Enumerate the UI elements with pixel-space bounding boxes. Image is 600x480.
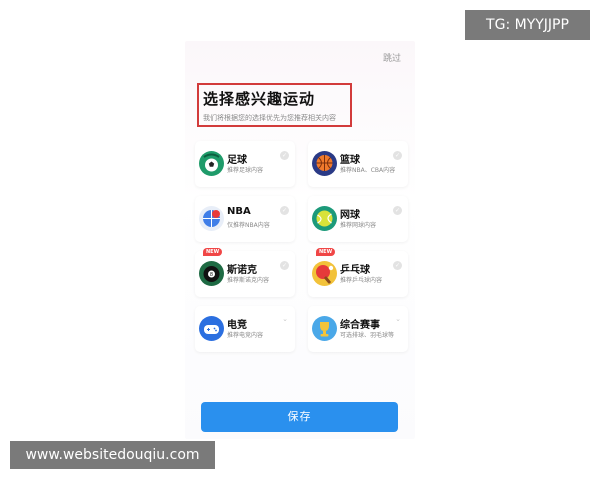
sport-card-tennis[interactable]: 网球 推荐网球内容 ✓ [308,196,408,242]
table-tennis-icon [312,261,337,286]
sport-card-soccer[interactable]: 足球 推荐足球内容 ✓ [195,141,295,187]
sport-card-snooker[interactable]: 8 NEW 斯诺克 推荐斯诺克内容 ✓ [195,248,295,297]
sport-name: 乒乓球 [340,265,370,276]
check-icon: ✓ [280,151,289,160]
sport-card-multi-events[interactable]: 综合赛事 可选排球、羽毛球等 ⌄ [308,306,408,352]
watermark-top: TG: MYYJJPP [465,10,590,40]
trophy-icon [312,316,337,341]
page-title: 选择感兴趣运动 [203,90,316,108]
chevron-down-icon[interactable]: ⌄ [395,315,401,323]
sport-desc: 推荐乒乓球内容 [340,277,383,284]
basketball-icon [312,151,337,176]
sport-name: 斯诺克 [227,265,257,276]
sport-name: 足球 [227,155,247,166]
sport-card-esports[interactable]: 电竞 推荐电竞内容 ⌄ [195,306,295,352]
watermark-bottom: www.websitedouqiu.com [10,441,215,469]
snooker-icon: 8 [199,261,224,286]
sport-desc: 推荐足球内容 [227,167,264,174]
nba-icon [199,206,224,231]
esports-icon [199,316,224,341]
skip-button[interactable]: 跳过 [383,51,401,64]
svg-text:8: 8 [210,272,213,278]
sport-name: 网球 [340,210,360,221]
sport-desc: 推荐NBA、CBA内容 [340,167,396,174]
check-icon: ✓ [280,261,289,270]
save-button[interactable]: 保存 [201,402,398,432]
sport-card-table-tennis[interactable]: NEW 乒乓球 推荐乒乓球内容 ✓ [308,248,408,297]
sport-name: 综合赛事 [340,320,380,331]
soccer-icon [199,151,224,176]
sport-desc: 可选排球、羽毛球等 [340,332,395,339]
phone-screen: 跳过 选择感兴趣运动 我们将根据您的选择优先为您推荐相关内容 足球 推荐足球内容… [185,41,415,439]
sport-desc: 仅推荐NBA内容 [227,222,270,229]
check-icon: ✓ [280,206,289,215]
sport-desc: 推荐网球内容 [340,222,377,229]
new-badge: NEW [203,248,223,256]
sport-desc: 推荐斯诺克内容 [227,277,270,284]
check-icon: ✓ [393,261,402,270]
title-highlight-box: 选择感兴趣运动 我们将根据您的选择优先为您推荐相关内容 [197,83,352,127]
sport-name: 电竞 [227,320,247,331]
chevron-down-icon[interactable]: ⌄ [282,315,288,323]
sport-name: 篮球 [340,155,360,166]
new-badge: NEW [316,248,336,256]
tennis-icon [312,206,337,231]
check-icon: ✓ [393,151,402,160]
check-icon: ✓ [393,206,402,215]
sport-name: NBA [227,206,251,217]
sport-desc: 推荐电竞内容 [227,332,264,339]
page-subtitle: 我们将根据您的选择优先为您推荐相关内容 [203,114,336,122]
sport-card-nba[interactable]: NBA 仅推荐NBA内容 ✓ [195,196,295,242]
sport-card-basketball[interactable]: 篮球 推荐NBA、CBA内容 ✓ [308,141,408,187]
